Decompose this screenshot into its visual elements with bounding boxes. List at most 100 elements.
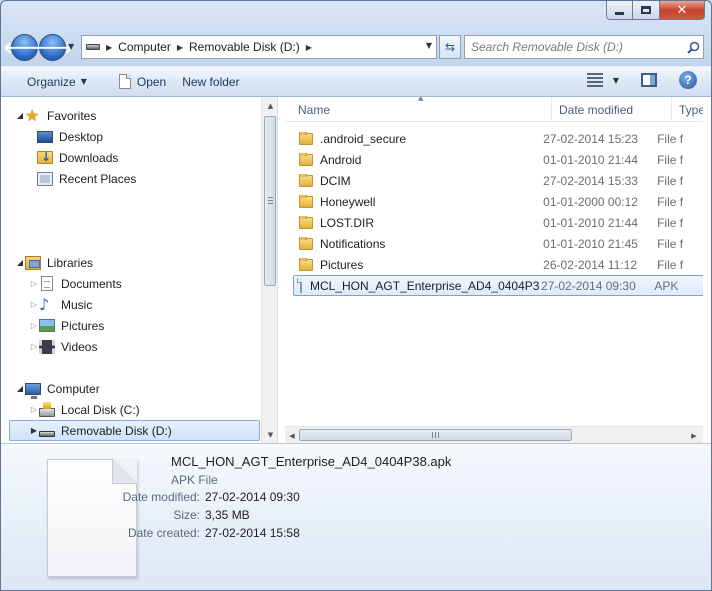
chevron-right-icon[interactable]: ▶ — [106, 43, 112, 52]
music-icon: ♪ — [39, 294, 50, 314]
collapse-arrow-icon[interactable]: ▷ — [29, 342, 39, 351]
nav-item-pictures[interactable]: ▷ Pictures — [1, 315, 260, 336]
nav-pane-scrollbar[interactable]: ▲ ▼ — [261, 97, 277, 443]
item-date: 27-02-2014 15:23 — [543, 131, 638, 146]
nav-item-local-disk[interactable]: ▷ Local Disk (C:) — [1, 399, 260, 420]
list-item[interactable]: Notifications 01-01-2010 21:45 File f — [295, 233, 703, 254]
list-item-selected[interactable]: MCL_HON_AGT_Enterprise_AD4_0404P38... 27… — [293, 275, 703, 296]
date-created-value[interactable]: 27-02-2014 15:58 — [205, 526, 300, 540]
navigation-pane: ◢ ★ Favorites Desktop Downloads Recent P… — [1, 97, 278, 443]
collapse-arrow-icon[interactable]: ▷ — [29, 405, 39, 414]
search-box[interactable] — [464, 35, 704, 59]
nav-item-removable-disk[interactable]: ▶ Removable Disk (D:) — [9, 420, 260, 441]
list-item[interactable]: LOST.DIR 01-01-2010 21:44 File f — [295, 212, 703, 233]
item-date: 01-01-2010 21:44 — [543, 215, 638, 230]
nav-group-favorites[interactable]: ◢ ★ Favorites — [1, 105, 260, 126]
item-type: File f — [657, 257, 684, 272]
collapse-arrow-icon[interactable]: ▷ — [29, 300, 39, 309]
collapse-arrow-icon[interactable]: ▷ — [29, 321, 39, 330]
item-name: .android_secure — [320, 131, 407, 146]
item-type: APK — [654, 278, 679, 293]
details-date-created: Date created: 27-02-2014 15:58 — [93, 526, 393, 540]
column-header-date-modified[interactable]: Date modified — [552, 97, 672, 122]
nav-item-downloads[interactable]: Downloads — [1, 147, 260, 168]
file-list-horizontal-scrollbar[interactable]: ◀ ▶ — [285, 426, 703, 443]
list-item[interactable]: Android 01-01-2010 21:44 File f — [295, 149, 703, 170]
item-type: File f — [657, 194, 684, 209]
open-button[interactable]: Open — [111, 70, 174, 94]
breadcrumb-removable-disk[interactable]: Removable Disk (D:) — [189, 40, 300, 54]
list-item[interactable]: Honeywell 01-01-2000 00:12 File f — [295, 191, 703, 212]
item-date: 27-02-2014 15:33 — [543, 173, 638, 188]
change-view-icon[interactable] — [586, 73, 603, 87]
list-item[interactable]: .android_secure 27-02-2014 15:23 File f — [295, 128, 703, 149]
folder-icon — [299, 173, 313, 187]
list-item[interactable]: DCIM 27-02-2014 15:33 File f — [295, 170, 703, 191]
chevron-right-icon[interactable]: ▶ — [306, 43, 312, 52]
size-label: Size: — [173, 508, 200, 522]
scroll-right-icon[interactable]: ▶ — [687, 427, 701, 444]
nav-label-local-disk: Local Disk (C:) — [61, 402, 140, 417]
expand-arrow-icon[interactable]: ◢ — [15, 384, 25, 393]
breadcrumb-computer[interactable]: Computer — [118, 40, 171, 54]
search-input[interactable] — [465, 37, 683, 57]
expand-arrow-icon[interactable]: ◢ — [15, 258, 25, 267]
new-folder-button[interactable]: New folder — [174, 70, 247, 94]
scroll-up-icon[interactable]: ▲ — [262, 97, 277, 114]
chevron-right-icon[interactable]: ▶ — [177, 43, 183, 52]
item-date: 01-01-2010 21:45 — [543, 236, 638, 251]
folder-icon — [299, 257, 313, 271]
details-date-modified: Date modified: 27-02-2014 09:30 — [93, 490, 393, 504]
item-date: 26-02-2014 11:12 — [543, 257, 638, 272]
date-modified-value[interactable]: 27-02-2014 09:30 — [205, 490, 300, 504]
maximize-button[interactable] — [633, 1, 660, 20]
scrollbar-thumb[interactable] — [299, 429, 572, 441]
folder-icon — [299, 152, 313, 166]
chevron-down-icon: ▼ — [80, 77, 87, 86]
help-icon[interactable]: ? — [679, 71, 697, 89]
minimize-button[interactable] — [606, 1, 633, 20]
date-created-label: Date created: — [127, 526, 200, 540]
nav-label-music: Music — [61, 297, 93, 312]
item-name: LOST.DIR — [320, 215, 375, 230]
expand-arrow-icon[interactable]: ◢ — [15, 111, 25, 120]
nav-item-videos[interactable]: ▷ Videos — [1, 336, 260, 357]
item-name: MCL_HON_AGT_Enterprise_AD4_0404P38... — [310, 278, 540, 293]
search-icon[interactable] — [683, 41, 703, 54]
column-header-type[interactable]: Type — [672, 97, 703, 122]
folder-icon — [299, 131, 313, 145]
list-item[interactable]: Pictures 26-02-2014 11:12 File f — [295, 254, 703, 275]
nav-item-documents[interactable]: ▷ Documents — [1, 273, 260, 294]
scrollbar-thumb[interactable] — [264, 116, 276, 286]
refresh-button[interactable]: ⇆ — [439, 35, 461, 59]
local-disk-icon — [39, 401, 55, 417]
organize-button[interactable]: Organize ▼ — [19, 70, 95, 94]
details-pane: MCL_HON_AGT_Enterprise_AD4_0404P38.apk A… — [1, 443, 711, 590]
column-header-name[interactable]: Name — [285, 97, 552, 122]
address-bar[interactable]: ▶ Computer ▶ Removable Disk (D:) ▶ ▼ — [81, 35, 437, 59]
minimize-icon — [615, 11, 624, 15]
details-size: Size: 3,35 MB — [93, 508, 393, 522]
scroll-down-icon[interactable]: ▼ — [262, 426, 277, 443]
downloads-icon — [37, 150, 53, 164]
item-date: 27-02-2014 09:30 — [541, 278, 636, 293]
collapse-arrow-icon[interactable]: ▷ — [29, 279, 39, 288]
close-button[interactable]: ✕ — [660, 1, 705, 20]
open-label: Open — [136, 74, 167, 89]
details-file-type: APK File — [171, 473, 218, 487]
forward-button[interactable]: 🡒 — [31, 34, 74, 61]
folder-icon — [299, 236, 313, 250]
view-options-dropdown[interactable]: ▼ — [613, 76, 619, 85]
nav-group-computer[interactable]: ◢ Computer — [1, 378, 260, 399]
preview-pane-icon[interactable] — [641, 73, 657, 87]
nav-item-music[interactable]: ▷ ♪ Music — [1, 294, 260, 315]
nav-label-computer: Computer — [47, 381, 100, 396]
close-icon: ✕ — [676, 2, 688, 18]
address-history-dropdown[interactable]: ▼ — [426, 41, 432, 50]
scroll-left-icon[interactable]: ◀ — [285, 427, 299, 444]
collapse-arrow-icon[interactable]: ▶ — [29, 426, 39, 435]
recent-pages-dropdown[interactable]: ▼ — [68, 42, 78, 52]
nav-item-recent-places[interactable]: Recent Places — [1, 168, 260, 189]
nav-group-libraries[interactable]: ◢ Libraries — [1, 252, 260, 273]
nav-item-desktop[interactable]: Desktop — [1, 126, 260, 147]
